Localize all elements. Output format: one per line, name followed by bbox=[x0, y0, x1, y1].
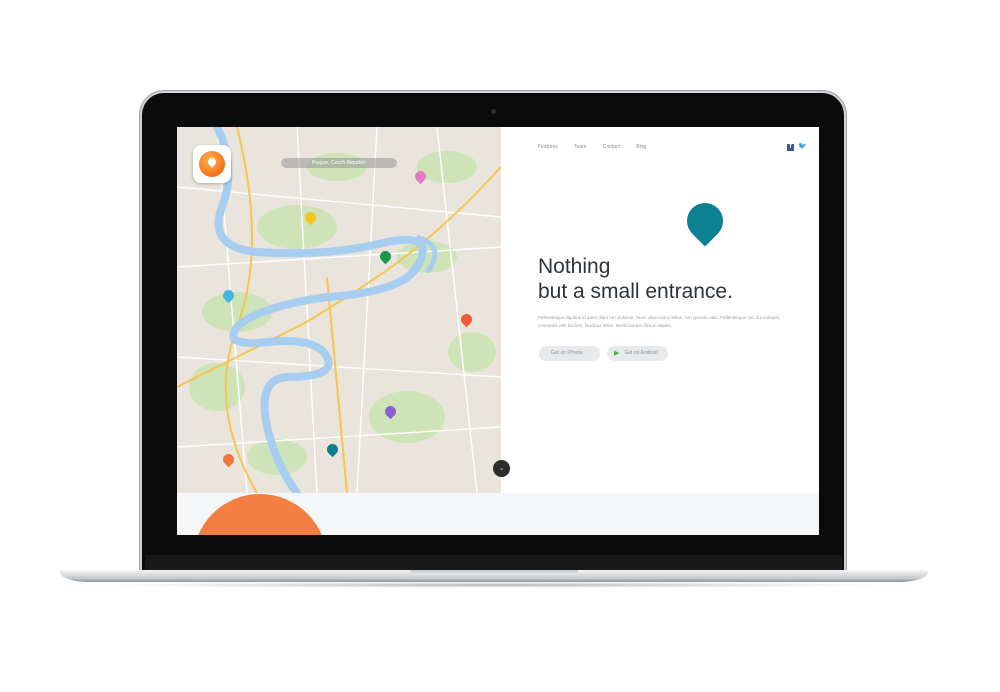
chevron-down-icon: ⌄ bbox=[498, 465, 505, 472]
laptop-screen: Prague, Czech Republic ⌄ Features Team C… bbox=[177, 127, 819, 535]
map-location-label[interactable]: Prague, Czech Republic bbox=[281, 158, 397, 168]
nav-item-blog[interactable]: Blog bbox=[636, 144, 646, 150]
headline-line-2: but a small entrance. bbox=[538, 280, 733, 303]
top-nav: Features Team Contact Blog bbox=[538, 144, 661, 150]
camera-icon bbox=[491, 109, 496, 114]
laptop-shadow bbox=[90, 582, 900, 588]
headline-line-1: Nothing bbox=[538, 255, 611, 278]
laptop-bottom-bezel bbox=[145, 555, 842, 571]
get-on-android-label: Get on Android bbox=[624, 350, 658, 356]
get-on-android-button[interactable]: ▶ Get on Android bbox=[607, 346, 668, 361]
app-logo[interactable] bbox=[193, 145, 231, 183]
facebook-icon[interactable]: f bbox=[787, 144, 794, 151]
get-on-iphone-label: Get on iPhone bbox=[551, 350, 583, 356]
get-on-iphone-button[interactable]: Get on iPhone bbox=[539, 346, 600, 361]
twitter-icon[interactable]: 🐦 bbox=[798, 142, 807, 150]
hero-pin-icon bbox=[679, 195, 731, 247]
hero-body-text: Pellentesque dapibus id amet diam nec pu… bbox=[538, 315, 781, 328]
social-links: f 🐦 bbox=[787, 142, 807, 151]
hero-headline: Nothing but a small entrance. bbox=[538, 254, 808, 304]
laptop-hinge-notch bbox=[410, 570, 578, 575]
location-icon bbox=[199, 151, 225, 177]
play-store-icon: ▶ bbox=[614, 350, 620, 357]
nav-item-contact[interactable]: Contact bbox=[603, 144, 620, 150]
map-panel[interactable]: Prague, Czech Republic bbox=[177, 127, 501, 493]
nav-item-features[interactable]: Features bbox=[538, 144, 558, 150]
scroll-down-button[interactable]: ⌄ bbox=[493, 460, 510, 477]
nav-item-team[interactable]: Team bbox=[574, 144, 586, 150]
